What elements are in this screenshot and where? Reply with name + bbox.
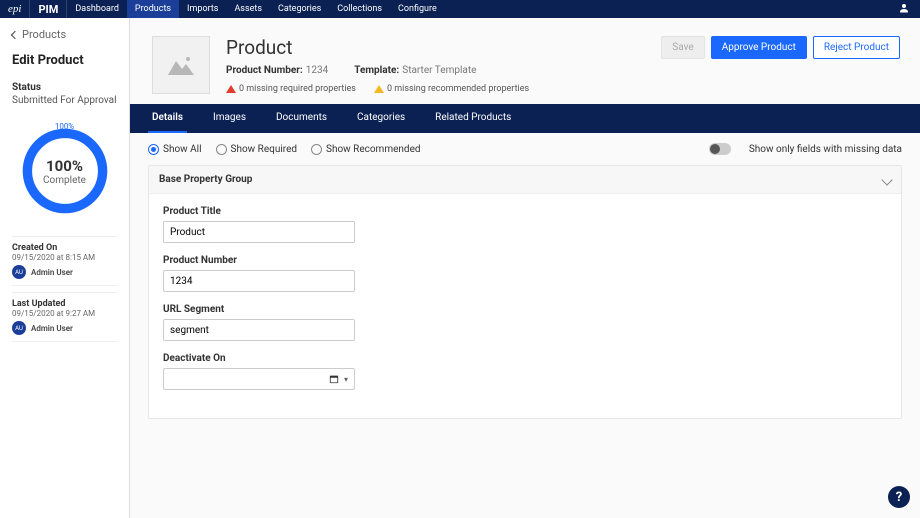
sidebar: Products Edit Product Status Submitted F… bbox=[0, 18, 130, 518]
help-button[interactable]: ? bbox=[888, 486, 910, 508]
radio-show-required-label: Show Required bbox=[231, 144, 297, 155]
avatar: AU bbox=[12, 321, 26, 335]
field-title-label: Product Title bbox=[163, 206, 887, 217]
template-value: Starter Template bbox=[402, 65, 476, 76]
created-date: 09/15/2020 at 8:15 AM bbox=[12, 253, 117, 262]
field-url-label: URL Segment bbox=[163, 304, 887, 315]
image-placeholder-icon bbox=[152, 36, 210, 94]
brand-epi: epi bbox=[0, 3, 29, 15]
nav-dashboard[interactable]: Dashboard bbox=[67, 0, 127, 18]
nav-products[interactable]: Products bbox=[127, 0, 179, 18]
status-label: Status bbox=[12, 82, 117, 93]
updated-user: Admin User bbox=[31, 324, 73, 333]
radio-show-all[interactable]: Show All bbox=[148, 144, 202, 155]
property-group: Base Property Group Product Title Produc… bbox=[148, 165, 902, 419]
radio-show-all-label: Show All bbox=[163, 144, 202, 155]
number-label: Product Number: bbox=[226, 65, 303, 76]
warn-required: 0 missing required properties bbox=[239, 84, 356, 94]
created-user: Admin User bbox=[31, 268, 73, 277]
caret-down-icon: ▾ bbox=[344, 375, 348, 384]
content-tabs: Details Images Documents Categories Rela… bbox=[130, 104, 920, 133]
ring-complete-label: Complete bbox=[43, 175, 86, 186]
calendar-icon bbox=[329, 374, 339, 384]
nav-collections[interactable]: Collections bbox=[329, 0, 390, 18]
field-number-label: Product Number bbox=[163, 255, 887, 266]
error-icon bbox=[226, 85, 236, 93]
field-deactivate-label: Deactivate On bbox=[163, 353, 887, 364]
created-block: Created On 09/15/2020 at 8:15 AM AU Admi… bbox=[12, 236, 117, 286]
top-nav: epi PIM Dashboard Products Imports Asset… bbox=[0, 0, 920, 18]
field-number-input[interactable] bbox=[163, 270, 355, 292]
radio-show-recommended[interactable]: Show Recommended bbox=[311, 144, 421, 155]
status-value: Submitted For Approval bbox=[12, 95, 117, 106]
warning-icon bbox=[374, 85, 384, 93]
back-label: Products bbox=[22, 28, 66, 41]
updated-date: 09/15/2020 at 9:27 AM bbox=[12, 309, 117, 318]
tab-documents[interactable]: Documents bbox=[272, 104, 331, 133]
updated-title: Last Updated bbox=[12, 299, 117, 309]
group-title: Base Property Group bbox=[159, 174, 252, 185]
product-title: Product bbox=[226, 36, 645, 59]
filter-row: Show All Show Required Show Recommended … bbox=[130, 133, 920, 165]
product-header: Product Product Number:1234 Template:Sta… bbox=[130, 18, 920, 104]
field-title-input[interactable] bbox=[163, 221, 355, 243]
brand-pim: PIM bbox=[29, 0, 67, 18]
radio-show-recommended-label: Show Recommended bbox=[326, 144, 421, 155]
warn-recommended: 0 missing recommended properties bbox=[387, 84, 529, 94]
chevron-down-icon bbox=[881, 174, 892, 185]
nav-imports[interactable]: Imports bbox=[179, 0, 226, 18]
created-title: Created On bbox=[12, 243, 117, 253]
avatar: AU bbox=[12, 265, 26, 279]
back-link[interactable]: Products bbox=[12, 28, 117, 41]
completion-ring: 100% 100% Complete bbox=[12, 124, 117, 218]
main-area: Product Product Number:1234 Template:Sta… bbox=[130, 18, 920, 518]
nav-configure[interactable]: Configure bbox=[390, 0, 445, 18]
approve-button[interactable]: Approve Product bbox=[711, 36, 807, 59]
user-icon[interactable] bbox=[888, 2, 920, 17]
nav-assets[interactable]: Assets bbox=[226, 0, 270, 18]
chevron-left-icon bbox=[11, 30, 19, 38]
number-value: 1234 bbox=[306, 65, 328, 76]
missing-only-toggle[interactable] bbox=[709, 143, 731, 155]
tab-related[interactable]: Related Products bbox=[431, 104, 515, 133]
tab-images[interactable]: Images bbox=[209, 104, 250, 133]
group-header[interactable]: Base Property Group bbox=[149, 166, 901, 194]
template-label: Template: bbox=[354, 65, 399, 76]
ring-percent: 100% bbox=[46, 157, 83, 175]
missing-only-label: Show only fields with missing data bbox=[749, 144, 902, 155]
field-url-input[interactable] bbox=[163, 319, 355, 341]
tab-categories[interactable]: Categories bbox=[353, 104, 409, 133]
updated-block: Last Updated 09/15/2020 at 9:27 AM AU Ad… bbox=[12, 292, 117, 342]
save-button: Save bbox=[661, 36, 704, 59]
page-title: Edit Product bbox=[12, 53, 117, 68]
radio-show-required[interactable]: Show Required bbox=[216, 144, 297, 155]
field-deactivate-input[interactable]: ▾ bbox=[163, 368, 355, 390]
reject-button[interactable]: Reject Product bbox=[813, 36, 900, 59]
tab-details[interactable]: Details bbox=[148, 104, 187, 133]
nav-categories[interactable]: Categories bbox=[270, 0, 329, 18]
